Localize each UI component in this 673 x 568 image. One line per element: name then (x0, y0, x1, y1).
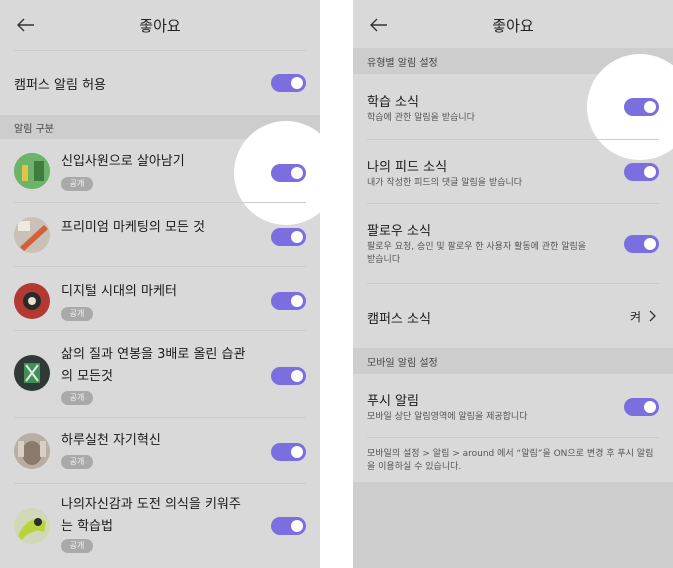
course-title: 삶의 질과 연봉을 3배로 올린 습관의 모든것 (61, 347, 246, 384)
push-notification-title: 푸시 알림 (367, 394, 419, 409)
back-arrow-icon[interactable] (367, 13, 391, 37)
back-arrow-icon[interactable] (14, 13, 38, 37)
course-toggle[interactable] (271, 517, 306, 535)
feed-news-toggle[interactable] (624, 163, 659, 181)
study-news-title: 학습 소식 (367, 95, 419, 110)
section-label: 모바일 알림 설정 (367, 357, 438, 369)
campus-news-title: 캠퍼스 소식 (367, 312, 431, 327)
campus-notification-row: 캠퍼스 알림 허용 (0, 51, 320, 115)
page-title: 좋아요 (139, 16, 181, 35)
section-label: 유형별 알림 설정 (367, 57, 438, 69)
course-item[interactable]: 나의자신감과 도전 의식을 키워주는 학습법 공개 (0, 484, 320, 568)
follow-news-title: 팔로우 소식 (367, 224, 431, 239)
course-item[interactable]: 디지털 시대의 마케터 공개 (0, 267, 320, 331)
campus-notification-toggle[interactable] (271, 74, 306, 92)
app-bar: 좋아요 (0, 0, 320, 50)
push-notification-toggle[interactable] (624, 398, 659, 416)
bottom-fill (353, 482, 673, 568)
follow-news-row: 팔로우 소식 팔로우 요청, 승인 및 팔로우 한 사용자 활동에 관한 알림을… (353, 204, 673, 284)
course-thumbnail (14, 508, 50, 544)
study-news-toggle[interactable] (624, 98, 659, 116)
course-thumbnail (14, 355, 50, 391)
page-title: 좋아요 (492, 16, 534, 35)
course-toggle[interactable] (271, 367, 306, 385)
visibility-badge: 공개 (61, 177, 93, 191)
course-item[interactable]: 하루실천 자기혁신 공개 (0, 418, 320, 484)
feed-news-title: 나의 피드 소식 (367, 160, 448, 175)
course-thumbnail (14, 153, 50, 189)
course-title: 나의자신감과 도전 의식을 키워주는 학습법 (61, 497, 241, 534)
campus-news-value: 켜 (629, 310, 641, 324)
left-screen: 좋아요 캠퍼스 알림 허용 알림 구분 신입사원으로 살아남기 공개 프리미엄 … (0, 0, 320, 568)
section-label: 알림 구분 (14, 123, 54, 135)
course-title: 디지털 시대의 마케터 (61, 284, 177, 299)
campus-notification-label: 캠퍼스 알림 허용 (14, 77, 106, 93)
follow-news-desc: 팔로우 요청, 승인 및 팔로우 한 사용자 활동에 관한 알림을 받습니다 (367, 242, 587, 265)
course-toggle[interactable] (271, 164, 306, 182)
feed-news-row: 나의 피드 소식 내가 작성한 피드의 댓글 알림을 받습니다 (353, 140, 673, 204)
visibility-badge: 공개 (61, 539, 93, 553)
course-thumbnail (14, 217, 50, 253)
course-toggle[interactable] (271, 228, 306, 246)
visibility-badge: 공개 (61, 455, 93, 469)
visibility-badge: 공개 (61, 391, 93, 405)
course-item[interactable]: 신입사원으로 살아남기 공개 (0, 139, 320, 203)
feed-news-desc: 내가 작성한 피드의 댓글 알림을 받습니다 (367, 178, 523, 188)
push-notification-desc: 모바일 상단 알림영역에 알림을 제공합니다 (367, 412, 528, 422)
course-thumbnail (14, 283, 50, 319)
chevron-right-icon (649, 310, 656, 322)
campus-news-row[interactable]: 캠퍼스 소식 켜 (353, 284, 673, 348)
visibility-badge: 공개 (61, 307, 93, 321)
section-mobile-settings: 모바일 알림 설정 (353, 348, 673, 374)
right-screen: 좋아요 유형별 알림 설정 학습 소식 학습에 관한 알림을 받습니다 나의 피… (353, 0, 673, 568)
follow-news-toggle[interactable] (624, 235, 659, 253)
course-title: 신입사원으로 살아남기 (61, 154, 185, 169)
course-item[interactable]: 삶의 질과 연봉을 3배로 올린 습관의 모든것 공개 (0, 331, 320, 418)
course-thumbnail (14, 433, 50, 469)
course-title: 프리미엄 마케팅의 모든 것 (61, 220, 205, 235)
push-setup-note: 모바일의 설정 > 알림 > around 에서 “알림”을 ON으로 변경 후… (367, 449, 654, 472)
course-title: 하루실천 자기혁신 (61, 433, 161, 448)
push-notification-row: 푸시 알림 모바일 상단 알림영역에 알림을 제공합니다 (353, 374, 673, 438)
study-news-desc: 학습에 관한 알림을 받습니다 (367, 113, 475, 123)
app-bar: 좋아요 (353, 0, 673, 50)
study-news-row: 학습 소식 학습에 관한 알림을 받습니다 (353, 74, 673, 140)
course-toggle[interactable] (271, 443, 306, 461)
course-toggle[interactable] (271, 292, 306, 310)
course-item[interactable]: 프리미엄 마케팅의 모든 것 (0, 203, 320, 267)
